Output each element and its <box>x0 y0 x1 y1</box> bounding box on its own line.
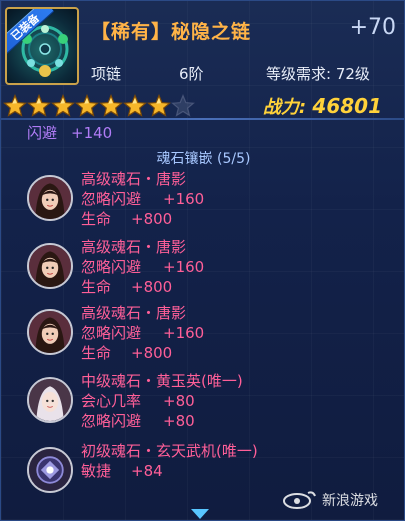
item-name: 【稀有】秘隐之链 <box>91 21 252 43</box>
gem-stat-value: +800 <box>131 210 173 228</box>
gem-stat: 会心几率 +80 <box>81 391 243 411</box>
gem-details: 中级魂石・黄玉英(唯一) 会心几率 +80 忽略闪避 +80 <box>81 371 243 431</box>
gem-stat: 生命 +800 <box>81 343 204 363</box>
gem-slot[interactable]: 高级魂石・唐影 忽略闪避 +160 生命 +800 <box>27 237 405 309</box>
star-empty-icon <box>171 94 195 117</box>
gem-stat-value: +160 <box>163 258 205 276</box>
gem-section-title: 魂石镶嵌 (5/5) <box>156 151 251 167</box>
gem-stat-label: 生命 <box>81 344 112 362</box>
female-portrait-icon <box>27 309 73 355</box>
gem-slot[interactable]: 中级魂石・黄玉英(唯一) 会心几率 +80 忽略闪避 +80 <box>27 371 405 443</box>
gem-stat-value: +160 <box>163 324 205 342</box>
scroll-down-icon[interactable] <box>191 509 209 519</box>
gem-stat: 生命 +800 <box>81 209 204 229</box>
gem-details: 高级魂石・唐影 忽略闪避 +160 生命 +800 <box>81 303 204 363</box>
star-filled-icon <box>51 94 75 117</box>
power-label: 战力: <box>262 97 307 118</box>
enhance-level: +70 <box>349 15 396 40</box>
gem-stat-label: 敏捷 <box>81 462 112 480</box>
gem-stat-value: +800 <box>131 278 173 296</box>
star-filled-icon <box>75 94 99 117</box>
gem-details: 高级魂石・唐影 忽略闪避 +160 生命 +800 <box>81 237 204 297</box>
item-header: 已装备 【稀有】秘隐之链 +70 项链 6阶 等级需求: 72级 <box>1 1 405 93</box>
gem-stat-value: +84 <box>131 462 163 480</box>
gem-details: 高级魂石・唐影 忽略闪避 +160 生命 +800 <box>81 169 204 229</box>
gem-stat-label: 忽略闪避 <box>81 258 142 276</box>
gem-stat: 忽略闪避 +160 <box>81 323 204 343</box>
gem-stat: 敏捷 +84 <box>81 461 258 481</box>
gem-name: 中级魂石・黄玉英(唯一) <box>81 372 243 390</box>
gem-stat-label: 生命 <box>81 278 112 296</box>
sina-eye-logo <box>283 491 316 509</box>
gem-stat: 忽略闪避 +160 <box>81 257 204 277</box>
female-portrait-icon <box>27 175 73 221</box>
gem-details: 初级魂石・玄天武机(唯一) 敏捷 +84 <box>81 441 258 481</box>
stat-dodge: 闪避 +140 <box>27 122 112 143</box>
gem-stat: 生命 +800 <box>81 277 204 297</box>
gem-stat: 忽略闪避 +80 <box>81 411 243 431</box>
female-portrait-icon <box>27 243 73 289</box>
star-filled-icon <box>99 94 123 117</box>
power-value: 46801 <box>312 94 382 118</box>
gem-stat: 忽略闪避 +160 <box>81 189 204 209</box>
gem-stat-value: +80 <box>163 412 195 430</box>
star-filled-icon <box>147 94 171 117</box>
gem-name: 高级魂石・唐影 <box>81 238 187 256</box>
item-icon-frame[interactable]: 已装备 <box>5 7 79 85</box>
pale-female-portrait-icon <box>27 377 73 423</box>
star-filled-icon <box>27 94 51 117</box>
gem-stat-label: 忽略闪避 <box>81 190 142 208</box>
stat-value: +140 <box>71 124 113 142</box>
star-rating <box>3 94 195 118</box>
gem-stat-value: +160 <box>163 190 205 208</box>
combat-power: 战力: 46801 <box>263 93 382 119</box>
gem-stat-label: 忽略闪避 <box>81 324 142 342</box>
stat-label: 闪避 <box>27 124 58 142</box>
gem-stat-label: 会心几率 <box>81 392 142 410</box>
gem-stat-value: +800 <box>131 344 173 362</box>
level-requirement: 等级需求: 72级 <box>266 65 370 83</box>
gem-stat-value: +80 <box>163 392 195 410</box>
gem-name: 高级魂石・唐影 <box>81 170 187 188</box>
item-tooltip-panel: 已装备 【稀有】秘隐之链 +70 项链 6阶 等级需求: 72级 战力: 468… <box>0 0 405 521</box>
star-filled-icon <box>3 94 27 117</box>
gem-slot[interactable]: 高级魂石・唐影 忽略闪避 +160 生命 +800 <box>27 169 405 241</box>
gem-name: 初级魂石・玄天武机(唯一) <box>81 442 258 460</box>
watermark: 新浪游戏 <box>282 487 394 511</box>
header-divider <box>1 118 405 120</box>
gem-slot[interactable]: 高级魂石・唐影 忽略闪避 +160 生命 +800 <box>27 303 405 375</box>
gem-name: 高级魂石・唐影 <box>81 304 187 322</box>
mech-portrait-icon <box>27 447 73 493</box>
item-type: 项链 <box>91 65 122 83</box>
gem-stat-label: 忽略闪避 <box>81 412 142 430</box>
watermark-text: 新浪游戏 <box>322 493 378 509</box>
gem-stat-label: 生命 <box>81 210 112 228</box>
item-tier: 6阶 <box>179 65 204 83</box>
star-filled-icon <box>123 94 147 117</box>
